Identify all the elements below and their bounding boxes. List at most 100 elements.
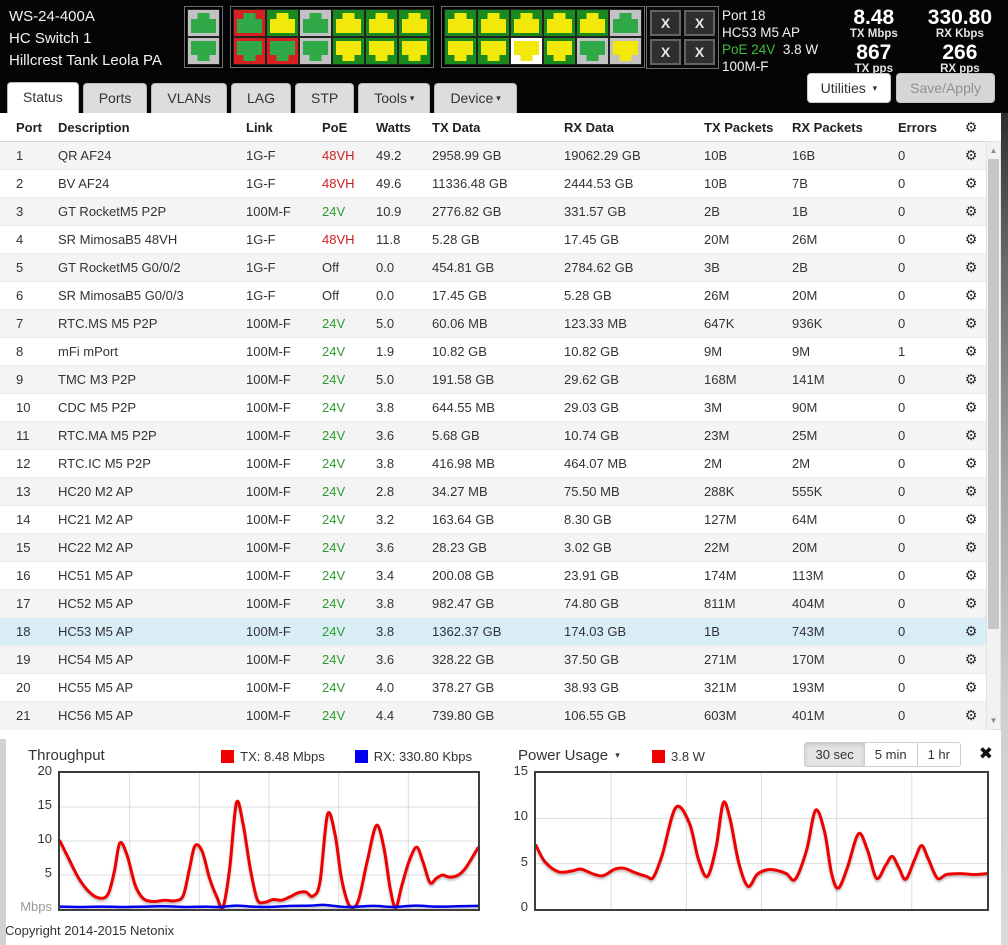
gear-icon[interactable]: ⚙ (965, 231, 978, 247)
port-icon[interactable] (445, 38, 476, 64)
port-icon[interactable] (333, 10, 364, 36)
port-row-12[interactable]: 12RTC.IC M5 P2P100M-F24V3.8416.98 MB464.… (0, 450, 986, 478)
table-scrollbar[interactable]: ▲ ▼ (986, 141, 1001, 730)
port-icon[interactable] (577, 38, 608, 64)
gear-icon[interactable]: ⚙ (965, 287, 978, 303)
port-row-16[interactable]: 16HC51 M5 AP100M-F24V3.4200.08 GB23.91 G… (0, 562, 986, 590)
tab-ports[interactable]: Ports (83, 83, 148, 113)
sfp-port-icon[interactable]: X (650, 39, 681, 65)
gear-icon[interactable]: ⚙ (965, 427, 978, 443)
tab-vlans[interactable]: VLANs (151, 83, 227, 113)
port-icon[interactable] (399, 10, 430, 36)
tab-stp[interactable]: STP (295, 83, 354, 113)
tab-status[interactable]: Status (7, 82, 79, 113)
port-row-20[interactable]: 20HC55 M5 AP100M-F24V4.0378.27 GB38.93 G… (0, 674, 986, 702)
port-row-10[interactable]: 10CDC M5 P2P100M-F24V3.8644.55 MB29.03 G… (0, 394, 986, 422)
power-usage-dropdown[interactable]: Power Usage ▾ (518, 747, 620, 764)
port-row-1[interactable]: 1QR AF241G-F48VH49.22958.99 GB19062.29 G… (0, 142, 986, 170)
gear-icon[interactable]: ⚙ (965, 539, 978, 555)
port-row-3[interactable]: 3GT RocketM5 P2P100M-F24V10.92776.82 GB3… (0, 198, 986, 226)
stat-value: 867 (850, 43, 898, 63)
port-row-21[interactable]: 21HC56 M5 AP100M-F24V4.4739.80 GB106.55 … (0, 702, 986, 730)
time-button-5-min[interactable]: 5 min (865, 742, 918, 767)
gear-icon[interactable]: ⚙ (965, 343, 978, 359)
tab-device[interactable]: Device▾ (434, 83, 516, 113)
port-icon[interactable] (300, 10, 331, 36)
port-icon[interactable] (610, 38, 641, 64)
time-button-30-sec[interactable]: 30 sec (804, 742, 864, 767)
port-icon[interactable] (333, 38, 364, 64)
gear-icon[interactable]: ⚙ (965, 175, 978, 191)
tab-tools[interactable]: Tools▾ (358, 83, 430, 113)
port-icon[interactable] (610, 10, 641, 36)
port-icon[interactable] (300, 38, 331, 64)
port-row-19[interactable]: 19HC54 M5 AP100M-F24V3.6328.22 GB37.50 G… (0, 646, 986, 674)
port-icon[interactable] (267, 38, 298, 64)
throughput-y-axis: 2015105Mbps (0, 771, 58, 911)
port-row-14[interactable]: 14HC21 M2 AP100M-F24V3.2163.64 GB8.30 GB… (0, 506, 986, 534)
port-icon[interactable] (234, 10, 265, 36)
port-row-5[interactable]: 5GT RocketM5 G0/0/21G-FOff0.0454.81 GB27… (0, 254, 986, 282)
gear-icon[interactable]: ⚙ (965, 119, 978, 135)
gear-icon[interactable]: ⚙ (965, 679, 978, 695)
sfp-port-icon[interactable]: X (684, 39, 715, 65)
gear-icon[interactable]: ⚙ (965, 203, 978, 219)
scroll-up-icon[interactable]: ▲ (987, 143, 1000, 158)
port-icon-selected[interactable] (511, 38, 542, 64)
port-row-15[interactable]: 15HC22 M2 AP100M-F24V3.628.23 GB3.02 GB2… (0, 534, 986, 562)
gear-icon[interactable]: ⚙ (965, 315, 978, 331)
save-apply-button[interactable]: Save/Apply (896, 73, 995, 103)
scroll-down-icon[interactable]: ▼ (987, 713, 1000, 728)
port-icon[interactable] (366, 38, 397, 64)
port-icon[interactable] (544, 10, 575, 36)
gear-icon[interactable]: ⚙ (965, 147, 978, 163)
gear-icon[interactable]: ⚙ (965, 455, 978, 471)
gear-icon[interactable]: ⚙ (965, 371, 978, 387)
port-icon[interactable] (399, 38, 430, 64)
gear-icon[interactable]: ⚙ (965, 259, 978, 275)
port-icon[interactable] (577, 10, 608, 36)
port-row-9[interactable]: 9TMC M3 P2P100M-F24V5.0191.58 GB29.62 GB… (0, 366, 986, 394)
stat-label: TX Mbps (850, 28, 898, 40)
sfp-port-icon[interactable]: X (684, 10, 715, 36)
gear-icon[interactable]: ⚙ (965, 623, 978, 639)
port-row-17[interactable]: 17HC52 M5 AP100M-F24V3.8982.47 GB74.80 G… (0, 590, 986, 618)
port-row-13[interactable]: 13HC20 M2 AP100M-F24V2.834.27 MB75.50 MB… (0, 478, 986, 506)
sfp-port-icon[interactable]: X (650, 10, 681, 36)
port-row-18[interactable]: 18HC53 M5 AP100M-F24V3.81362.37 GB174.03… (0, 618, 986, 646)
power-plot (534, 771, 989, 911)
port-row-6[interactable]: 6SR MimosaB5 G0/0/31G-FOff0.017.45 GB5.2… (0, 282, 986, 310)
gear-icon[interactable]: ⚙ (965, 567, 978, 583)
gear-icon[interactable]: ⚙ (965, 595, 978, 611)
charts-section: Throughput TX: 8.48 MbpsRX: 330.80 Kbps … (0, 739, 1001, 922)
port-icon[interactable] (188, 38, 219, 64)
stat: 330.80RX Kbps (928, 8, 992, 40)
gear-icon[interactable]: ⚙ (965, 707, 978, 723)
scrollbar-thumb[interactable] (988, 159, 999, 629)
gear-icon[interactable]: ⚙ (965, 483, 978, 499)
port-icon[interactable] (478, 10, 509, 36)
port-icon[interactable] (544, 38, 575, 64)
port-row-7[interactable]: 7RTC.MS M5 P2P100M-F24V5.060.06 MB123.33… (0, 310, 986, 338)
port-row-4[interactable]: 4SR MimosaB5 48VH1G-F48VH11.85.28 GB17.4… (0, 226, 986, 254)
port-icon[interactable] (366, 10, 397, 36)
port-row-2[interactable]: 2BV AF241G-F48VH49.611336.48 GB2444.53 G… (0, 170, 986, 198)
gear-icon[interactable]: ⚙ (965, 651, 978, 667)
gear-icon[interactable]: ⚙ (965, 511, 978, 527)
port-icon[interactable] (511, 10, 542, 36)
tab-lag[interactable]: LAG (231, 83, 291, 113)
gear-icon[interactable]: ⚙ (965, 399, 978, 415)
port-icon[interactable] (188, 10, 219, 36)
port-row-11[interactable]: 11RTC.MA M5 P2P100M-F24V3.65.68 GB10.74 … (0, 422, 986, 450)
close-icon[interactable]: ✖ (979, 744, 993, 764)
port-icon[interactable] (445, 10, 476, 36)
port-icon[interactable] (478, 38, 509, 64)
utilities-button[interactable]: Utilities ▾ (807, 73, 892, 103)
y-tick-label: 15 (38, 797, 52, 812)
traffic-stats: 8.48TX Mbps330.80RX Kbps867TX pps266RX p… (850, 8, 992, 75)
column-header: TX Packets (696, 114, 784, 142)
time-button-1-hr[interactable]: 1 hr (918, 742, 961, 767)
port-icon[interactable] (234, 38, 265, 64)
port-row-8[interactable]: 8mFi mPort100M-F24V1.910.82 GB10.82 GB9M… (0, 338, 986, 366)
port-icon[interactable] (267, 10, 298, 36)
